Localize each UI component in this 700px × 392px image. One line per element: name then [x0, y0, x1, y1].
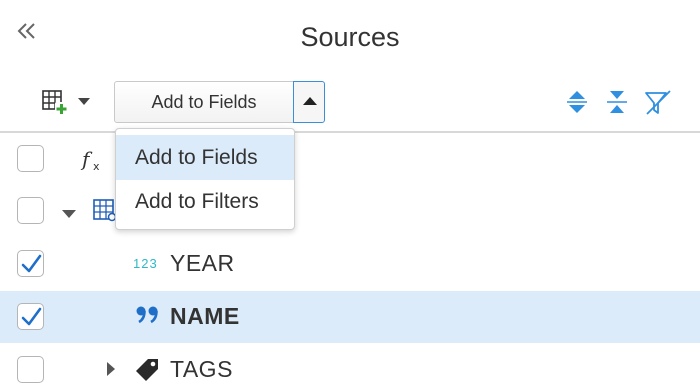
row-label: YEAR: [170, 250, 235, 276]
list-item[interactable]: TAGS: [0, 344, 700, 392]
number-type-icon: 123: [133, 256, 158, 271]
caret-up-icon: [303, 97, 317, 105]
sort-ascending-icon: [567, 91, 587, 113]
panel-title: Sources: [300, 22, 400, 52]
action-dropdown[interactable]: Add to Fields: [114, 81, 294, 123]
row-checkbox[interactable]: [17, 250, 44, 277]
dropdown-menu: Add to Fields Add to Filters: [115, 128, 295, 230]
dropdown-toggle-button[interactable]: [293, 81, 325, 123]
svg-text:f: f: [80, 147, 93, 171]
row-label: NAME: [170, 303, 240, 329]
menu-item-add-to-filters[interactable]: Add to Filters: [116, 179, 294, 224]
expand-toggle[interactable]: [106, 361, 116, 382]
text-type-icon: [135, 305, 161, 332]
checkmark-icon: [21, 254, 42, 273]
collapse-all-button[interactable]: [603, 88, 631, 116]
svg-text:x: x: [93, 160, 100, 173]
menu-item-add-to-fields[interactable]: Add to Fields: [116, 135, 294, 180]
list-item[interactable]: f x: [0, 133, 700, 185]
list-item[interactable]: 123 YEAR: [0, 238, 700, 290]
row-checkbox[interactable]: [17, 303, 44, 330]
row-checkbox[interactable]: [17, 197, 44, 224]
checkmark-icon: [21, 307, 42, 326]
sort-button[interactable]: [563, 88, 591, 116]
caret-right-icon: [107, 362, 115, 376]
row-checkbox[interactable]: [17, 356, 44, 383]
row-label: TAGS: [170, 356, 233, 382]
list-item[interactable]: NAME: [0, 291, 700, 343]
filter-remove-icon: [645, 90, 671, 115]
toolbar: Add to Fields: [0, 78, 700, 128]
panel-header: Sources: [0, 0, 700, 76]
table-plus-icon: [42, 90, 90, 115]
collapse-all-icon: [607, 91, 627, 113]
caret-down-icon: [62, 210, 76, 218]
filter-button[interactable]: [643, 88, 671, 116]
add-table-button[interactable]: [40, 88, 94, 118]
function-icon: f x: [80, 146, 114, 179]
tag-icon: [133, 355, 161, 388]
expand-toggle[interactable]: [61, 206, 77, 224]
row-checkbox[interactable]: [17, 145, 44, 172]
list-item[interactable]: [0, 185, 700, 237]
